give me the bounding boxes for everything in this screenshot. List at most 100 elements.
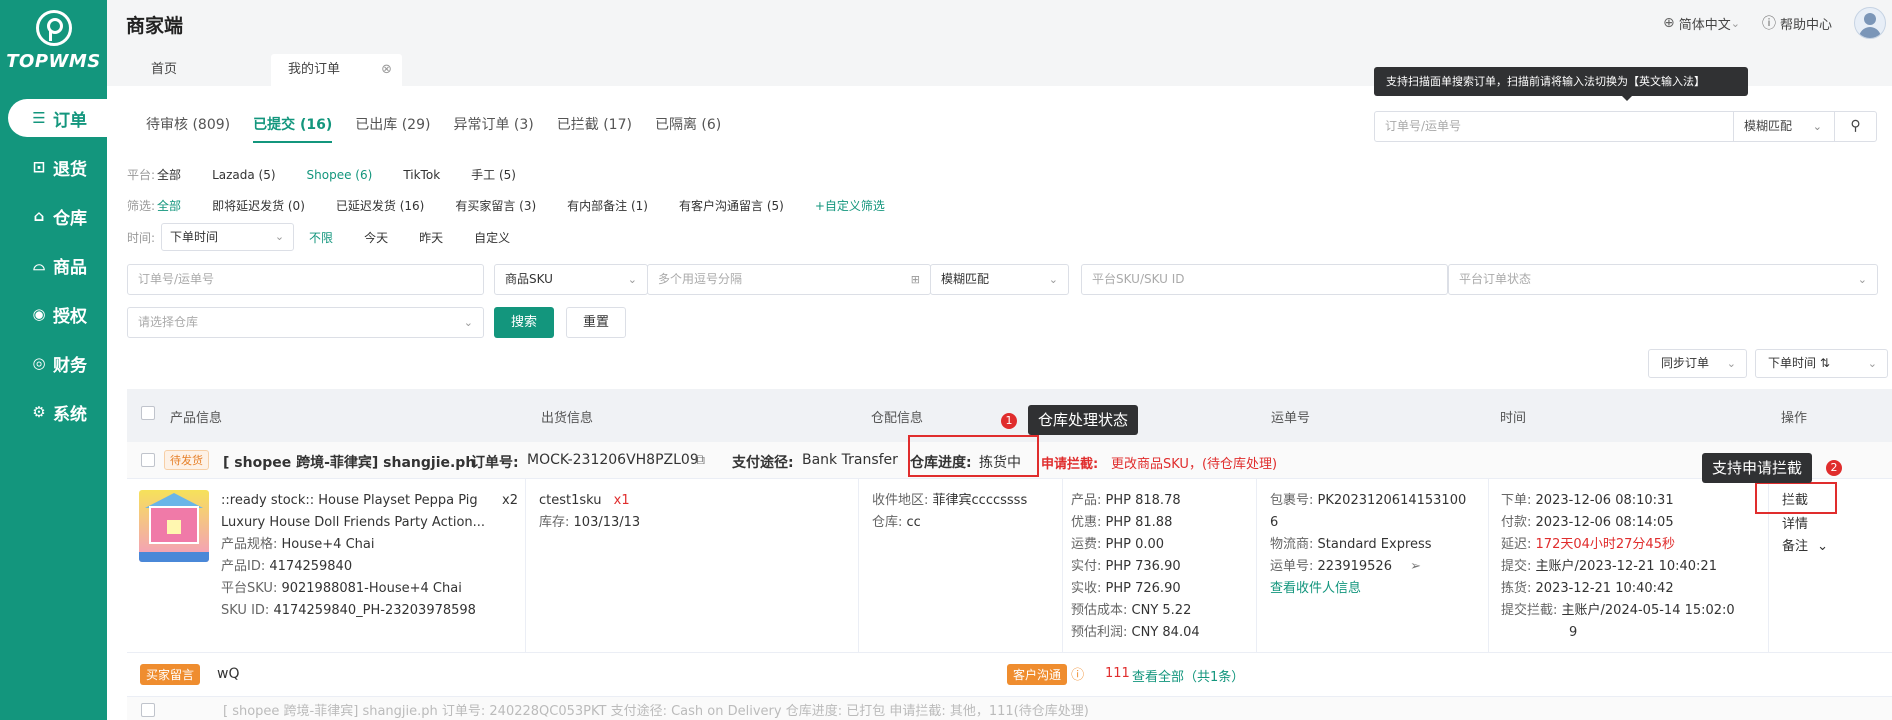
col-divider [1256, 479, 1257, 653]
product-title-line1[interactable]: ::ready stock:: House Playset Peppa Pig [221, 490, 478, 512]
return-icon: ⊡ [32, 158, 46, 176]
sku-match-select[interactable]: 模糊匹配 ⌄ [930, 264, 1069, 295]
filter-label: 筛选: [127, 199, 156, 213]
search-button[interactable]: ⚲ [1834, 112, 1876, 141]
search-submit-button[interactable]: 搜索 [494, 307, 554, 338]
next-order-checkbox[interactable] [141, 703, 155, 717]
copy-icon[interactable]: ⧉ [695, 452, 705, 468]
sidebar-item-finance[interactable]: ◎ 财务 [0, 344, 107, 382]
sku-input[interactable]: 多个用逗号分隔 ⊞ [647, 264, 931, 295]
time-key: 提交拦截: [1501, 603, 1558, 618]
platform-shopee[interactable]: Shopee (6) [307, 168, 373, 182]
next-order-row: [ shopee 跨境-菲律宾] shangjie.ph 订单号: 240228… [127, 697, 1892, 720]
tab-intercepted[interactable]: 已拦截 (17) [557, 114, 632, 143]
remark-dropdown[interactable]: 备注 ⌄ [1782, 536, 1828, 558]
view-all-link[interactable]: 查看全部（共1条） [1132, 666, 1244, 685]
tab-shipped[interactable]: 已出库 (29) [355, 114, 430, 143]
stock-value: 103/13/13 [573, 515, 641, 530]
sku-type-select[interactable]: 商品SKU ⌄ [494, 264, 648, 295]
pkg-label: 包裹号: [1270, 493, 1314, 508]
time-today[interactable]: 今天 [364, 229, 388, 246]
carrier-row: 物流商: Standard Express [1270, 534, 1466, 556]
platform-manual[interactable]: 手工 (5) [471, 166, 516, 183]
time-label: 时间: [127, 230, 156, 245]
chevron-down-icon: ⌄ [1867, 357, 1877, 370]
ship-sku-value: ctest1sku [539, 493, 602, 508]
help-center-link[interactable]: ⓘ 帮助中心 [1762, 13, 1832, 33]
tab-isolated[interactable]: 已隔离 (6) [655, 114, 721, 143]
sort-select[interactable]: 下单时间 ⇅ ⌄ [1755, 349, 1888, 378]
match-mode-select[interactable]: 模糊匹配 ⌄ [1733, 112, 1834, 141]
order-no-input[interactable]: 订单号/运单号 [127, 264, 484, 295]
language-select[interactable]: ⊕ 简体中文 ⌄ [1663, 14, 1740, 33]
sort-label: 下单时间 [1768, 356, 1817, 370]
send-icon[interactable]: ➢ [1410, 559, 1421, 574]
next-order-text: [ shopee 跨境-菲律宾] shangjie.ph 订单号: 240228… [223, 704, 1089, 719]
platform-all[interactable]: 全部 [157, 166, 181, 183]
id-value: 4174259840 [269, 559, 353, 574]
sidebar-item-system[interactable]: ⚙ 系统 [0, 393, 107, 431]
product-spec: 产品规格: House+4 Chai [221, 534, 374, 556]
avatar[interactable] [1854, 7, 1886, 39]
filter-customer-msg[interactable]: 有客户沟通留言 (5) [679, 197, 784, 214]
time-value: 9 [1569, 625, 1578, 640]
warehouse-select[interactable]: 请选择仓库 ⌄ [127, 307, 484, 338]
select-all-checkbox[interactable] [141, 406, 155, 420]
filter-buyer-msg[interactable]: 有买家留言 (3) [455, 197, 536, 214]
time-value: 主账户/2023-12-21 10:40:21 [1535, 559, 1717, 574]
amounts: 产品: PHP 818.78 优惠: PHP 81.88 运费: PHP 0.0… [1071, 490, 1200, 644]
sync-orders-button[interactable]: 同步订单 ⌄ [1648, 349, 1747, 378]
waybill-label: 运单号: [1270, 559, 1314, 574]
time-row: 下单: 2023-12-06 08:10:31 [1501, 490, 1735, 512]
time-type-select[interactable]: 下单时间 ⌄ [161, 223, 295, 251]
tab-my-orders[interactable]: 我的订单 ⊗ [271, 54, 402, 86]
image-window [167, 520, 181, 534]
amount-key: 预估利润: [1071, 625, 1128, 640]
order-checkbox[interactable] [141, 453, 155, 467]
platform-lazada[interactable]: Lazada (5) [212, 168, 275, 182]
filter-internal-note[interactable]: 有内部备注 (1) [567, 197, 648, 214]
top-search-input[interactable]: 订单号/运单号 [1375, 112, 1733, 141]
filter-soon-delay[interactable]: 即将延迟发货 (0) [212, 197, 305, 214]
close-icon[interactable]: ⊗ [381, 54, 392, 86]
time-unlimited[interactable]: 不限 [309, 229, 333, 246]
time-row: 9 [1501, 622, 1735, 644]
skuid-value: 4174259840_PH-23203978598 [273, 603, 476, 618]
amount-key: 预估成本: [1071, 603, 1128, 618]
product-title-line2[interactable]: Luxury House Doll Friends Party Action..… [221, 512, 485, 534]
sidebar-item-label: 财务 [53, 355, 87, 376]
tab-submitted[interactable]: 已提交 (16) [253, 114, 333, 143]
sidebar-item-returns[interactable]: ⊡ 退货 [0, 148, 107, 186]
filter-all[interactable]: 全部 [157, 197, 181, 214]
platform-sku-input[interactable]: 平台SKU/SKU ID [1081, 264, 1448, 295]
chevron-down-icon: ⌄ [1817, 539, 1829, 554]
chevron-down-icon: ⌄ [1726, 357, 1736, 370]
time-yesterday[interactable]: 昨天 [419, 229, 443, 246]
amount-row: 运费: PHP 0.00 [1071, 534, 1200, 556]
globe-icon: ⊕ [1663, 15, 1675, 31]
view-recipient-link[interactable]: 查看收件人信息 [1270, 578, 1466, 600]
tab-exception[interactable]: 异常订单 (3) [453, 114, 533, 143]
tab-home[interactable]: 首页 [151, 54, 177, 86]
product-image[interactable] [139, 490, 209, 562]
sku-id: SKU ID: 4174259840_PH-23203978598 [221, 600, 476, 622]
reset-button[interactable]: 重置 [566, 307, 626, 338]
sidebar-item-goods[interactable]: ⌓ 商品 [0, 246, 107, 284]
expand-icon[interactable]: ⊞ [911, 265, 920, 294]
sidebar-item-warehouse[interactable]: ⌂ 仓库 [0, 197, 107, 235]
tab-pending-review[interactable]: 待审核 (809) [146, 114, 230, 143]
annotation-2-tooltip: 支持申请拦截 [1702, 453, 1813, 483]
filter-delayed[interactable]: 已延迟发货 (16) [336, 197, 424, 214]
waybill-row: 运单号: 223919526 ➢ [1270, 556, 1466, 578]
detail-link[interactable]: 详情 [1782, 514, 1808, 536]
sidebar-item-auth[interactable]: ◉ 授权 [0, 295, 107, 333]
sidebar-item-label: 系统 [53, 404, 87, 425]
time-custom[interactable]: 自定义 [474, 229, 510, 246]
custom-filter-link[interactable]: +自定义筛选 [815, 197, 885, 214]
sidebar-item-orders[interactable]: ☰ 订单 [8, 99, 107, 137]
platform-tiktok[interactable]: TikTok [403, 168, 440, 182]
header-right: ⊕ 简体中文 ⌄ ⓘ 帮助中心 [1663, 0, 1892, 46]
product-id: 产品ID: 4174259840 [221, 556, 352, 578]
platform-status-select[interactable]: 平台订单状态 ⌄ [1448, 264, 1878, 295]
help-label: 帮助中心 [1779, 17, 1832, 33]
